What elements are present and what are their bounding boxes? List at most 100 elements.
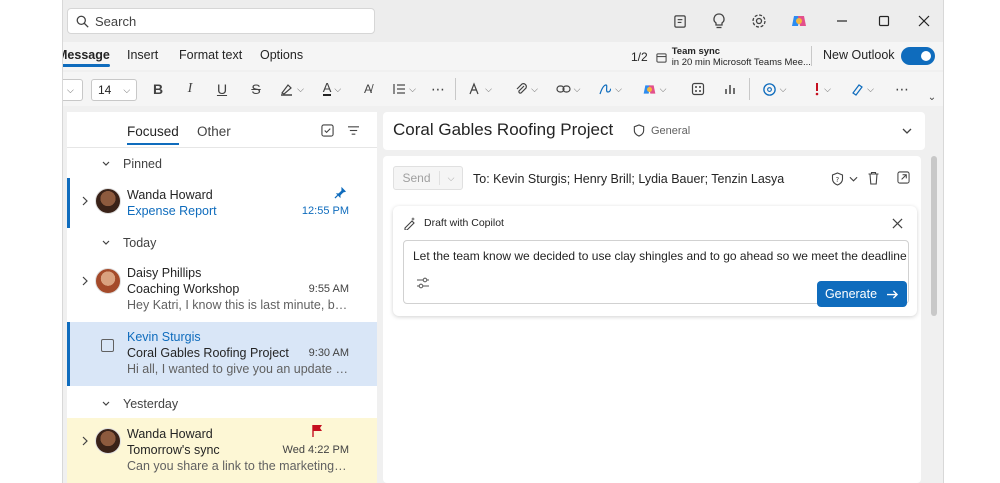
loop-icon[interactable]: ⌵: [757, 78, 791, 100]
list-item[interactable]: Wanda Howard Tomorrow's sync Wed 4:22 PM…: [67, 418, 377, 483]
avatar: [95, 188, 121, 214]
sender-name: Wanda Howard: [127, 188, 213, 202]
more-options-icon[interactable]: ⋯: [891, 78, 913, 100]
tab-options[interactable]: Options: [260, 48, 303, 62]
help-shield-icon[interactable]: ?: [831, 172, 844, 186]
group-label: Today: [123, 236, 157, 250]
font-family-dropdown[interactable]: ⌵: [63, 79, 83, 101]
scrollbar[interactable]: [931, 156, 937, 316]
select-mode-icon[interactable]: [321, 124, 334, 137]
tab-message[interactable]: Message: [63, 48, 110, 67]
send-options-icon[interactable]: ⌵: [440, 173, 462, 184]
strikethrough-icon[interactable]: S: [245, 78, 267, 100]
time: 9:30 AM: [308, 347, 349, 359]
sensitivity-text: General: [651, 124, 691, 137]
highlight-icon[interactable]: ⌵: [275, 78, 309, 100]
font-size-dropdown[interactable]: 14 ⌵: [91, 79, 137, 101]
tab-format-text[interactable]: Format text: [179, 48, 242, 62]
list-item[interactable]: Wanda Howard Expense Report 12:55 PM: [67, 178, 377, 228]
chevron-right-icon[interactable]: [81, 196, 89, 209]
lightbulb-icon[interactable]: [708, 10, 730, 32]
tab-focused[interactable]: Focused: [127, 124, 179, 145]
gear-icon[interactable]: [748, 10, 770, 32]
insights-icon[interactable]: [719, 78, 741, 100]
popout-icon[interactable]: [897, 171, 910, 184]
attach-icon[interactable]: ⌵: [509, 78, 543, 100]
message-list-pane: Focused Other Pinned Wanda Howard Expens…: [67, 112, 377, 483]
group-pinned[interactable]: Pinned: [67, 149, 377, 179]
to-recipients[interactable]: To: Kevin Sturgis; Henry Brill; Lydia Ba…: [473, 172, 784, 186]
chevron-down-icon[interactable]: [901, 126, 913, 136]
paragraph-spacing-icon[interactable]: ⌵: [387, 78, 421, 100]
flag-icon[interactable]: [311, 424, 323, 438]
selection-bar: [67, 322, 70, 386]
compose-pane: Send ⌵ To: Kevin Sturgis; Henry Brill; L…: [383, 156, 921, 483]
minimize-icon[interactable]: [831, 10, 853, 32]
chevron-right-icon[interactable]: [81, 276, 89, 289]
list-item[interactable]: Kevin Sturgis Coral Gables Roofing Proje…: [67, 322, 377, 386]
tab-other[interactable]: Other: [197, 124, 231, 139]
sensitivity-icon[interactable]: ⌵: [845, 78, 879, 100]
select-checkbox[interactable]: [101, 339, 114, 352]
avatar: [95, 428, 121, 454]
clear-formatting-icon[interactable]: A̸: [357, 78, 379, 100]
search-placeholder: Search: [95, 13, 137, 29]
close-icon[interactable]: [892, 218, 903, 229]
filter-icon[interactable]: [347, 125, 360, 136]
signature-icon[interactable]: ⌵: [593, 78, 627, 100]
list-header: Focused Other: [67, 112, 377, 148]
collapse-ribbon-icon[interactable]: ⌄: [925, 86, 939, 108]
preview: Hi all, I wanted to give you an update o…: [127, 362, 349, 376]
tab-insert[interactable]: Insert: [127, 48, 158, 62]
maximize-icon[interactable]: [873, 10, 895, 32]
importance-icon[interactable]: ⌵: [805, 78, 839, 100]
link-icon[interactable]: ⌵: [551, 78, 585, 100]
copilot-pen-icon: [404, 217, 415, 230]
copilot-icon[interactable]: [788, 10, 810, 32]
pin-icon[interactable]: [334, 186, 347, 199]
more-icon[interactable]: ⋯: [427, 78, 449, 100]
conversation-title: Coral Gables Roofing Project: [393, 120, 614, 139]
time: 12:55 PM: [301, 205, 349, 217]
sensitivity-label[interactable]: General: [633, 124, 690, 137]
generate-button[interactable]: Generate: [817, 281, 907, 307]
adjust-options-icon[interactable]: [416, 277, 430, 289]
title-bar: Search: [63, 0, 943, 42]
chevron-down-icon[interactable]: [849, 175, 858, 183]
group-today[interactable]: Today: [67, 228, 377, 258]
chevron-down-icon: [101, 237, 111, 251]
styles-icon[interactable]: ⌵: [463, 78, 497, 100]
notes-icon[interactable]: [669, 10, 691, 32]
underline-icon[interactable]: U: [211, 78, 233, 100]
divider: [811, 46, 812, 66]
italic-icon[interactable]: I: [179, 78, 201, 100]
new-outlook-label: New Outlook: [823, 48, 895, 62]
group-yesterday[interactable]: Yesterday: [67, 389, 377, 419]
font-color-icon[interactable]: A ⌵: [315, 78, 349, 100]
preview: Can you share a link to the marketing do…: [127, 459, 349, 473]
sender-name: Daisy Phillips: [127, 266, 202, 280]
apps-icon[interactable]: [687, 78, 709, 100]
selection-bar: [67, 178, 70, 228]
list-item[interactable]: Daisy Phillips Coaching Workshop 9:55 AM…: [67, 258, 377, 322]
chevron-right-icon[interactable]: [81, 436, 89, 449]
meeting-count: 1/2: [631, 50, 648, 64]
divider: [749, 78, 750, 100]
shield-icon: [633, 124, 645, 137]
group-label: Yesterday: [123, 397, 179, 411]
sender-name: Wanda Howard: [127, 427, 213, 441]
prompt-text: Let the team know we decided to use clay…: [413, 249, 907, 263]
reading-header: Coral Gables Roofing Project General: [383, 112, 925, 150]
divider: [455, 78, 456, 100]
chevron-down-icon: [101, 398, 111, 412]
new-outlook-toggle[interactable]: [901, 47, 935, 65]
trash-icon[interactable]: [867, 171, 880, 185]
send-button[interactable]: Send ⌵: [393, 166, 463, 190]
close-icon[interactable]: [913, 10, 935, 32]
copilot-toolbar-icon[interactable]: ⌵: [637, 78, 671, 100]
search-input[interactable]: Search: [67, 8, 375, 34]
bold-icon[interactable]: B: [147, 78, 169, 100]
group-label: Pinned: [123, 157, 162, 171]
meeting-reminder[interactable]: 1/2 Team sync in 20 min Microsoft Teams …: [631, 46, 811, 68]
search-icon: [76, 15, 89, 28]
